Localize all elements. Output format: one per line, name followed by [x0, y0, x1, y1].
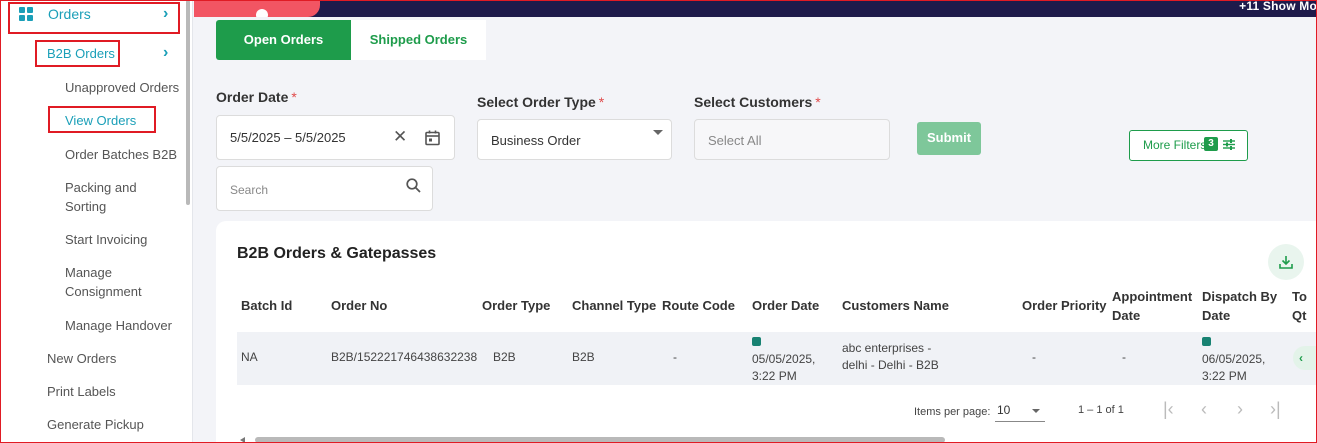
- order-date-label: Order Date *: [216, 89, 297, 105]
- search-icon[interactable]: [406, 178, 421, 193]
- sidebar-item-manage-handover[interactable]: Manage Handover: [65, 318, 172, 333]
- show-more-link[interactable]: +11 Show Mo: [1239, 0, 1317, 12]
- items-per-page-label: Items per page:: [914, 406, 991, 418]
- cell-channel-type: B2B: [572, 350, 595, 364]
- sidebar-item-manage-consignment[interactable]: Manage: [65, 265, 112, 280]
- chevron-right-icon[interactable]: ›: [163, 44, 168, 62]
- row-action-button[interactable]: ‹: [1293, 346, 1317, 370]
- cell-order-priority: -: [1032, 350, 1036, 364]
- download-button[interactable]: [1268, 244, 1304, 280]
- scroll-left-arrow[interactable]: [240, 437, 245, 443]
- next-page-icon[interactable]: ›: [1237, 399, 1243, 420]
- header-channel-type[interactable]: Channel Type: [572, 296, 656, 315]
- header-route-code[interactable]: Route Code: [662, 296, 735, 315]
- order-type-select[interactable]: Business Order: [477, 119, 672, 160]
- calendar-icon[interactable]: [425, 130, 440, 146]
- sliders-icon: [1223, 139, 1235, 150]
- header-customers-name[interactable]: Customers Name: [842, 296, 949, 315]
- sidebar-item-new-orders[interactable]: New Orders: [47, 351, 116, 366]
- cell-order-type: B2B: [493, 350, 516, 364]
- header-appointment-date[interactable]: Appointment Date: [1112, 287, 1192, 325]
- cell-batch-id: NA: [241, 350, 258, 364]
- items-per-page-select[interactable]: 10: [995, 400, 1045, 422]
- customers-value: Select All: [708, 133, 762, 148]
- first-page-icon[interactable]: |‹: [1163, 399, 1174, 420]
- cell-order-no[interactable]: B2B/152221746438632238: [331, 349, 477, 366]
- cell-customers-name: abc enterprises - delhi - Delhi - B2B: [842, 341, 939, 372]
- customers-label: Select Customers *: [694, 94, 821, 110]
- sidebar-item-order-batches-b2b[interactable]: Order Batches B2B: [65, 147, 177, 162]
- tab-shipped-orders[interactable]: Shipped Orders: [351, 20, 486, 60]
- top-banner: +11 Show Mo: [194, 0, 1317, 17]
- sidebar-item-unapproved-orders[interactable]: Unapproved Orders: [65, 80, 179, 95]
- sidebar-item-view-orders[interactable]: View Orders: [65, 113, 136, 128]
- cell-route-code: -: [673, 350, 677, 364]
- sidebar-item-b2b-orders[interactable]: B2B Orders: [47, 46, 115, 61]
- sidebar-scrollbar[interactable]: [186, 0, 190, 205]
- header-order-priority[interactable]: Order Priority: [1022, 296, 1107, 315]
- dropdown-arrow-icon: [1032, 409, 1040, 413]
- dropdown-arrow-icon[interactable]: [653, 130, 663, 135]
- cell-appointment-date: -: [1122, 350, 1126, 364]
- clear-icon[interactable]: ✕: [393, 127, 407, 147]
- sidebar-item-packing-and-sorting-line2: Sorting: [65, 199, 107, 214]
- header-dispatch-by-date[interactable]: Dispatch By Date: [1202, 287, 1277, 325]
- sidebar-item-orders[interactable]: Orders: [48, 6, 91, 22]
- last-page-icon[interactable]: ›|: [1270, 399, 1281, 420]
- more-filters-label: More Filters: [1143, 138, 1207, 152]
- sidebar-item-manage-consignment-line2: Consignment: [65, 284, 142, 299]
- grid-icon: [19, 7, 33, 21]
- banner-dot: [256, 9, 268, 17]
- order-date-value: 5/5/2025 – 5/5/2025: [230, 130, 346, 145]
- sidebar-item-packing-and-sorting[interactable]: Packing and: [65, 180, 137, 195]
- more-filters-button[interactable]: More Filters 3: [1129, 130, 1248, 161]
- sidebar-item-generate-pickup[interactable]: Generate Pickup: [47, 417, 144, 432]
- card-title: B2B Orders & Gatepasses: [237, 245, 437, 262]
- header-order-date[interactable]: Order Date: [752, 296, 819, 315]
- header-batch-id[interactable]: Batch Id: [241, 296, 292, 315]
- customers-select[interactable]: Select All: [694, 119, 890, 160]
- header-order-type[interactable]: Order Type: [482, 296, 550, 315]
- calendar-icon: [752, 337, 761, 346]
- cell-dispatch-by-date: 06/05/2025, 3:22 PM: [1202, 334, 1265, 385]
- order-type-value: Business Order: [491, 133, 581, 148]
- cell-order-date: 05/05/2025, 3:22 PM: [752, 334, 815, 385]
- search-input[interactable]: Search: [230, 183, 268, 197]
- orders-highlight: [8, 2, 180, 34]
- order-type-label: Select Order Type *: [477, 94, 605, 110]
- page-range: 1 – 1 of 1: [1078, 404, 1124, 416]
- search-box[interactable]: Search: [216, 166, 433, 211]
- tab-open-orders[interactable]: Open Orders: [216, 20, 351, 60]
- header-order-no[interactable]: Order No: [331, 296, 387, 315]
- chevron-right-icon[interactable]: ›: [163, 5, 168, 23]
- sidebar: Orders › B2B Orders › Unapproved Orders …: [0, 0, 193, 443]
- calendar-icon: [1202, 337, 1211, 346]
- submit-button[interactable]: Submit: [917, 122, 981, 155]
- more-filters-count-badge: 3: [1204, 137, 1218, 151]
- sidebar-item-start-invoicing[interactable]: Start Invoicing: [65, 232, 147, 247]
- download-icon: [1279, 256, 1293, 269]
- header-total-qty[interactable]: To Qt: [1292, 287, 1307, 325]
- items-per-page-value: 10: [997, 403, 1011, 417]
- prev-page-icon[interactable]: ‹: [1201, 399, 1207, 420]
- horizontal-scrollbar[interactable]: [255, 437, 945, 443]
- order-date-field[interactable]: 5/5/2025 – 5/5/2025 ✕: [216, 115, 455, 160]
- sidebar-item-print-labels[interactable]: Print Labels: [47, 384, 116, 399]
